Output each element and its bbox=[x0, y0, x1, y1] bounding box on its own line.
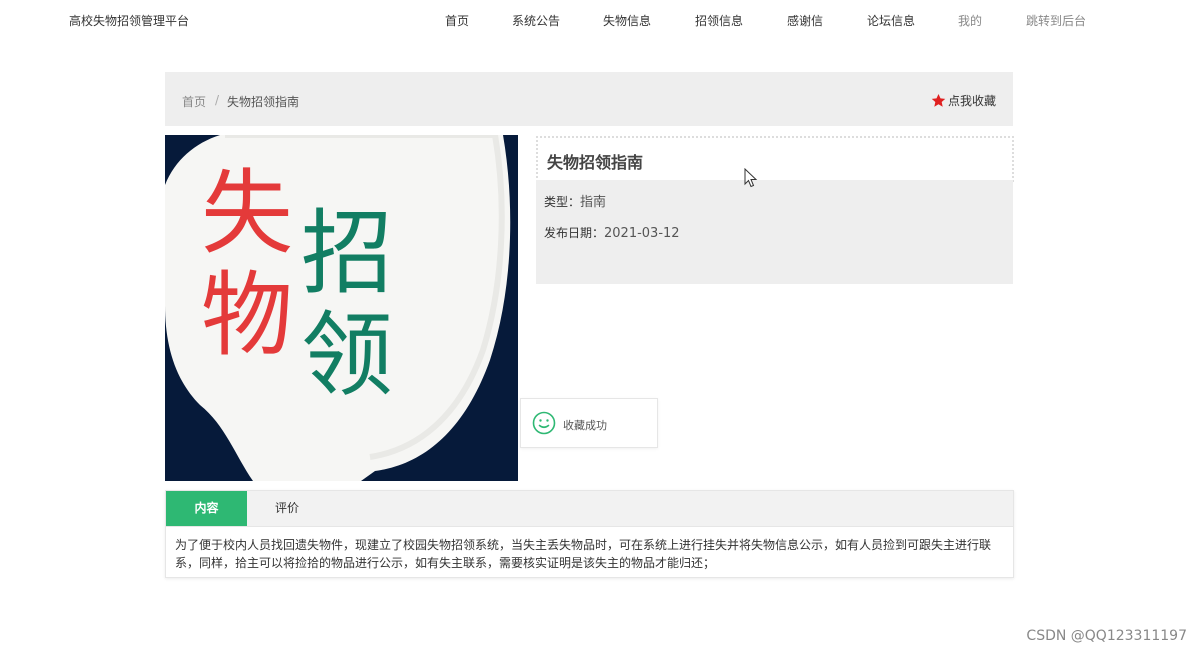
hero-char-4: 领 bbox=[301, 302, 393, 409]
lost-and-found-illustration: 失 物 招 领 bbox=[165, 135, 518, 481]
detail-type-label: 类型： bbox=[544, 195, 581, 209]
detail-info-panel: 类型：指南 发布日期：2021-03-12 bbox=[536, 180, 1013, 284]
item-cover-image: 失 物 招 领 bbox=[165, 135, 518, 481]
nav-mine[interactable]: 我的 bbox=[958, 12, 982, 29]
nav-home[interactable]: 首页 bbox=[445, 12, 469, 29]
detail-title-box: 失物招领指南 bbox=[536, 136, 1014, 182]
breadcrumb-home[interactable]: 首页 bbox=[182, 93, 206, 110]
nav-thank-letters[interactable]: 感谢信 bbox=[787, 12, 823, 29]
detail-title: 失物招领指南 bbox=[547, 153, 644, 172]
detail-date-row: 发布日期：2021-03-12 bbox=[544, 224, 680, 241]
smile-icon bbox=[532, 411, 556, 435]
tab-header: 内容 评价 bbox=[166, 491, 1013, 527]
nav-admin-link[interactable]: 跳转到后台 bbox=[1026, 12, 1086, 29]
content-tabs: 内容 评价 为了便于校内人员找回遗失物件，现建立了校园失物招领系统，当失主丢失物… bbox=[165, 490, 1014, 578]
tab-reviews[interactable]: 评价 bbox=[247, 491, 327, 526]
star-icon bbox=[931, 93, 946, 107]
breadcrumb: 首页 / 失物招领指南 点我收藏 bbox=[165, 72, 1013, 126]
breadcrumb-current: 失物招领指南 bbox=[227, 95, 300, 109]
hero-char-3: 招 bbox=[301, 200, 393, 307]
hero-char-2: 物 bbox=[201, 262, 293, 369]
breadcrumb-separator: / bbox=[215, 93, 220, 107]
top-navbar: 高校失物招领管理平台 首页 系统公告 失物信息 招领信息 感谢信 论坛信息 我的… bbox=[0, 0, 1202, 42]
hero-char-1: 失 bbox=[201, 160, 293, 267]
watermark: CSDN @QQ123311197 bbox=[1026, 628, 1187, 644]
favorite-button[interactable]: 点我收藏 bbox=[931, 92, 996, 109]
site-brand[interactable]: 高校失物招领管理平台 bbox=[69, 12, 189, 29]
favorite-label: 点我收藏 bbox=[947, 94, 996, 108]
tab-content-text: 为了便于校内人员找回遗失物件，现建立了校园失物招领系统，当失主丢失物品时，可在系… bbox=[175, 538, 992, 570]
nav-lost-items[interactable]: 失物信息 bbox=[603, 12, 651, 29]
mouse-cursor-icon bbox=[744, 168, 758, 188]
toast-message: 收藏成功 bbox=[563, 419, 607, 432]
nav-forum[interactable]: 论坛信息 bbox=[867, 12, 915, 29]
detail-type-value: 指南 bbox=[580, 195, 607, 210]
nav-announcements[interactable]: 系统公告 bbox=[512, 12, 560, 29]
nav-found-items[interactable]: 招领信息 bbox=[695, 12, 743, 29]
detail-date-label: 发布日期： bbox=[544, 226, 605, 240]
tab-content[interactable]: 内容 bbox=[166, 491, 247, 526]
detail-date-value: 2021-03-12 bbox=[604, 226, 680, 241]
success-toast: 收藏成功 bbox=[520, 398, 658, 448]
detail-type-row: 类型：指南 bbox=[544, 191, 606, 210]
